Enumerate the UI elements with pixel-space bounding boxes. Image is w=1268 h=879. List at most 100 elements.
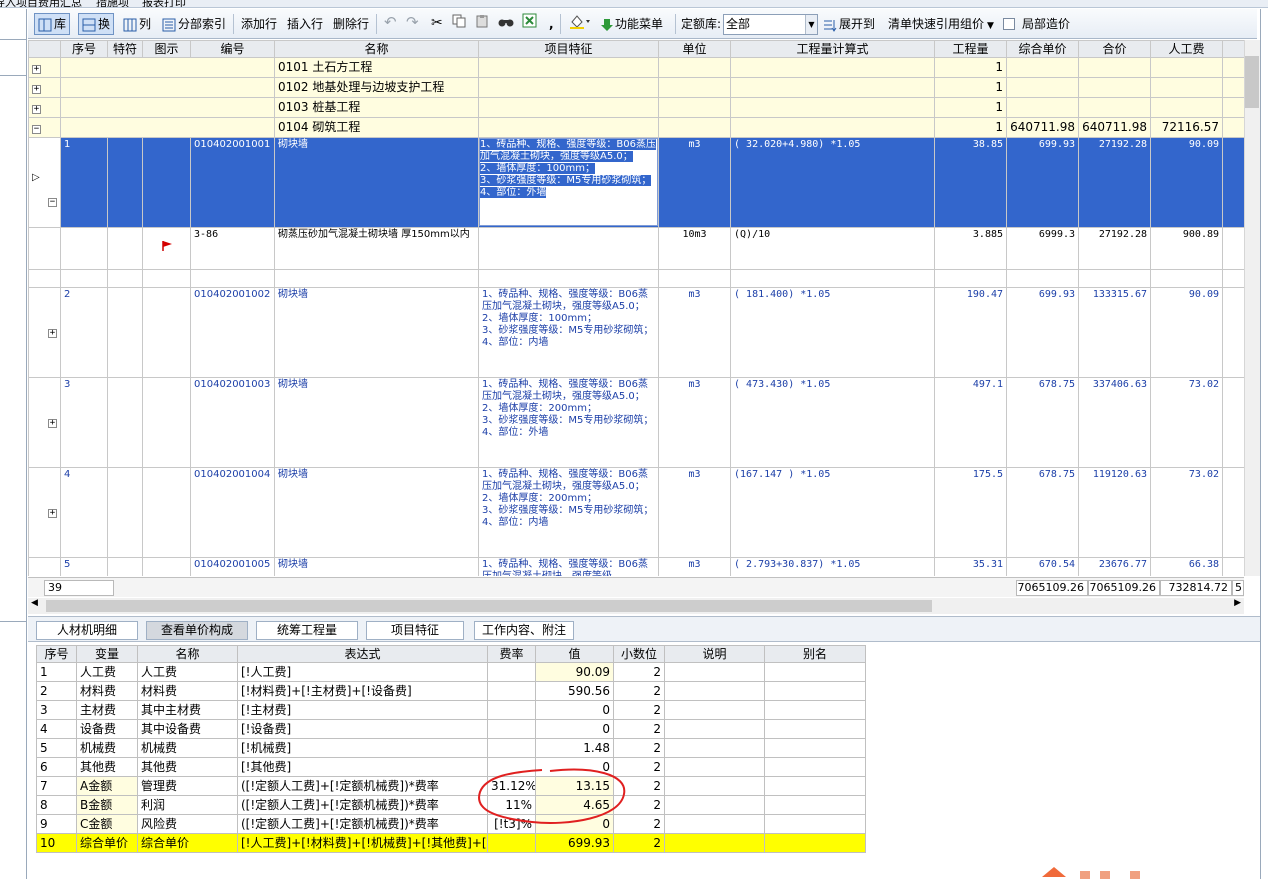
item-row[interactable]: + 2 010402001002 砌块墙 1、砖品种、规格、强度等级：B06蒸压… bbox=[28, 287, 1244, 378]
sub-item-row[interactable]: 3-86 砌蒸压砂加气混凝土砌块墙 厚150mm以内 10m3 (Q)/10 3… bbox=[28, 227, 1244, 270]
section-row[interactable]: + 0102 地基处理与边坡支护工程 1 bbox=[28, 77, 1244, 98]
breakdown-row[interactable]: 4 设备费 其中设备费 [!设备费] 0 2 bbox=[36, 719, 866, 739]
bd-expr[interactable]: [!机械费] bbox=[237, 738, 488, 758]
breakdown-row[interactable]: 8 B金额 利润 ([!定额人工费]+[!定额机械费])*费率 11% 4.65… bbox=[36, 795, 866, 815]
bd-expr[interactable]: ([!定额人工费]+[!定额机械费])*费率 bbox=[237, 814, 488, 834]
col-header-total[interactable]: 合价 bbox=[1078, 40, 1152, 58]
expand-icon[interactable]: + bbox=[32, 105, 41, 114]
bd-expr[interactable]: ([!定额人工费]+[!定额机械费])*费率 bbox=[237, 795, 488, 815]
bd-decimals[interactable]: 2 bbox=[613, 757, 665, 777]
blank-row[interactable] bbox=[28, 269, 1244, 288]
tab-quantity[interactable]: 统筹工程量 bbox=[256, 621, 358, 640]
item-row[interactable]: 5 010402001005 砌块墙 1、砖品种、规格、强度等级：B06蒸压加气… bbox=[28, 557, 1244, 576]
breakdown-row[interactable]: 2 材料费 材料费 [!材料费]+[!主材费]+[!设备费] 590.56 2 bbox=[36, 681, 866, 701]
item-feature[interactable]: 1、砖品种、规格、强度等级：B06蒸压加气混凝土砌块，强度等级A5.0； 2、墙… bbox=[482, 469, 655, 529]
item-feature[interactable]: 1、砖品种、规格、强度等级：B06蒸压加气混凝土砌块，强度等级A5.0； 2、墙… bbox=[480, 139, 656, 198]
bd-alias[interactable] bbox=[764, 833, 866, 853]
bd-alias[interactable] bbox=[764, 776, 866, 796]
breakdown-row[interactable]: 9 C金额 风险费 ([!定额人工费]+[!定额机械费])*费率 [!t3]% … bbox=[36, 814, 866, 834]
item-formula[interactable]: ( 181.400) *1.05 bbox=[730, 287, 936, 378]
col-header-decimals[interactable]: 小数位 bbox=[613, 645, 665, 663]
menu-fragment[interactable]: 措施项 bbox=[96, 0, 129, 7]
breakdown-row[interactable]: 3 主材费 其中主材费 [!主材费] 0 2 bbox=[36, 700, 866, 720]
bd-alias[interactable] bbox=[764, 681, 866, 701]
col-header-qty[interactable]: 工程量 bbox=[934, 40, 1008, 58]
bd-rate[interactable]: [!t3]% bbox=[487, 814, 536, 834]
section-row[interactable]: − 0104 砌筑工程 1 640711.98 640711.98 72116.… bbox=[28, 117, 1244, 138]
item-row[interactable]: + 4 010402001004 砌块墙 1、砖品种、规格、强度等级：B06蒸压… bbox=[28, 467, 1244, 558]
tab-materials[interactable]: 人材机明细 bbox=[36, 621, 138, 640]
column-button[interactable]: 列 bbox=[120, 13, 154, 35]
bd-rate[interactable] bbox=[487, 833, 536, 853]
expand-icon[interactable]: + bbox=[32, 85, 41, 94]
bd-rate[interactable] bbox=[487, 757, 536, 777]
bd-rate[interactable] bbox=[487, 700, 536, 720]
section-row[interactable]: + 0103 桩基工程 1 bbox=[28, 97, 1244, 118]
collapse-icon[interactable]: − bbox=[32, 125, 41, 134]
bd-decimals[interactable]: 2 bbox=[613, 814, 665, 834]
bd-alias[interactable] bbox=[764, 757, 866, 777]
col-header-seq[interactable]: 序号 bbox=[36, 645, 77, 663]
col-header-value[interactable]: 值 bbox=[535, 645, 614, 663]
col-header-note[interactable]: 说明 bbox=[664, 645, 765, 663]
col-header-rate[interactable]: 费率 bbox=[487, 645, 536, 663]
comma-icon[interactable]: , bbox=[546, 13, 557, 35]
bd-note[interactable] bbox=[664, 700, 765, 720]
bd-rate[interactable]: 31.12% bbox=[487, 776, 536, 796]
bd-alias[interactable] bbox=[764, 814, 866, 834]
col-header-special[interactable]: 特符 bbox=[107, 40, 144, 58]
paste-icon[interactable] bbox=[472, 13, 492, 35]
horizontal-scroll-thumb[interactable] bbox=[46, 600, 932, 612]
bd-expr[interactable]: ([!定额人工费]+[!定额机械费])*费率 bbox=[237, 776, 488, 796]
item-feature[interactable]: 1、砖品种、规格、强度等级：B06蒸压加气混凝土砌块，强度等级A5.0； 2、墙… bbox=[482, 289, 655, 349]
bd-alias[interactable] bbox=[764, 738, 866, 758]
bd-note[interactable] bbox=[664, 814, 765, 834]
expand-icon[interactable]: + bbox=[48, 509, 57, 518]
dropdown-arrow-icon[interactable]: ▼ bbox=[805, 15, 817, 34]
bd-decimals[interactable]: 2 bbox=[613, 795, 665, 815]
bd-expr[interactable]: [!其他费] bbox=[237, 757, 488, 777]
scroll-right-icon[interactable]: ▶ bbox=[1234, 598, 1241, 608]
bd-rate[interactable] bbox=[487, 681, 536, 701]
col-header-code[interactable]: 编号 bbox=[190, 40, 276, 58]
bd-rate[interactable] bbox=[487, 719, 536, 739]
bd-decimals[interactable]: 2 bbox=[613, 776, 665, 796]
col-header-labor[interactable]: 人工费 bbox=[1150, 40, 1224, 58]
bd-note[interactable] bbox=[664, 776, 765, 796]
function-menu-button[interactable]: 功能菜单 bbox=[598, 13, 666, 35]
item-row[interactable]: + 3 010402001003 砌块墙 1、砖品种、规格、强度等级：B06蒸压… bbox=[28, 377, 1244, 468]
add-row-button[interactable]: 添加行 bbox=[238, 13, 280, 35]
item-formula[interactable]: (167.147 ) *1.05 bbox=[730, 467, 936, 558]
sub-formula[interactable]: (Q)/10 bbox=[730, 227, 936, 270]
bd-decimals[interactable]: 2 bbox=[613, 700, 665, 720]
tab-work-content[interactable]: 工作内容、附注 bbox=[474, 621, 574, 640]
col-header-unit[interactable]: 单位 bbox=[658, 40, 732, 58]
collapse-icon[interactable]: − bbox=[48, 198, 57, 207]
tab-unit-price-breakdown[interactable]: 查看单价构成 bbox=[146, 621, 248, 640]
breakdown-total-row[interactable]: 10 综合单价 综合单价 [!人工费]+[!材料费]+[!机械费]+[!其他费]… bbox=[36, 833, 866, 853]
bd-note[interactable] bbox=[664, 833, 765, 853]
bd-note[interactable] bbox=[664, 681, 765, 701]
section-row[interactable]: + 0101 土石方工程 1 bbox=[28, 57, 1244, 78]
menu-fragment[interactable]: 报表打印 bbox=[142, 0, 186, 7]
vertical-scrollbar[interactable] bbox=[1244, 40, 1260, 576]
vertical-scroll-thumb[interactable] bbox=[1245, 56, 1259, 108]
bd-note[interactable] bbox=[664, 719, 765, 739]
insert-row-button[interactable]: 插入行 bbox=[284, 13, 326, 35]
cut-icon[interactable]: ✂ bbox=[428, 12, 446, 34]
local-cost-checkbox[interactable] bbox=[1003, 18, 1015, 30]
excel-icon[interactable] bbox=[519, 13, 541, 35]
bd-rate[interactable] bbox=[487, 738, 536, 758]
col-header-unit-price[interactable]: 综合单价 bbox=[1006, 40, 1080, 58]
bd-expr[interactable]: [!人工费]+[!材料费]+[!机械费]+[!其他费]+[ bbox=[237, 833, 488, 853]
breakdown-row[interactable]: 7 A金额 管理费 ([!定额人工费]+[!定额机械费])*费率 31.12% … bbox=[36, 776, 866, 796]
bd-alias[interactable] bbox=[764, 662, 866, 682]
fill-color-icon[interactable] bbox=[566, 13, 594, 35]
bd-note[interactable] bbox=[664, 662, 765, 682]
bd-rate[interactable] bbox=[487, 662, 536, 682]
bd-expr[interactable]: [!设备费] bbox=[237, 719, 488, 739]
expand-icon[interactable]: + bbox=[32, 65, 41, 74]
col-header-alias[interactable]: 别名 bbox=[764, 645, 866, 663]
bd-decimals[interactable]: 2 bbox=[613, 662, 665, 682]
item-formula[interactable]: ( 32.020+4.980) *1.05 bbox=[730, 137, 936, 228]
